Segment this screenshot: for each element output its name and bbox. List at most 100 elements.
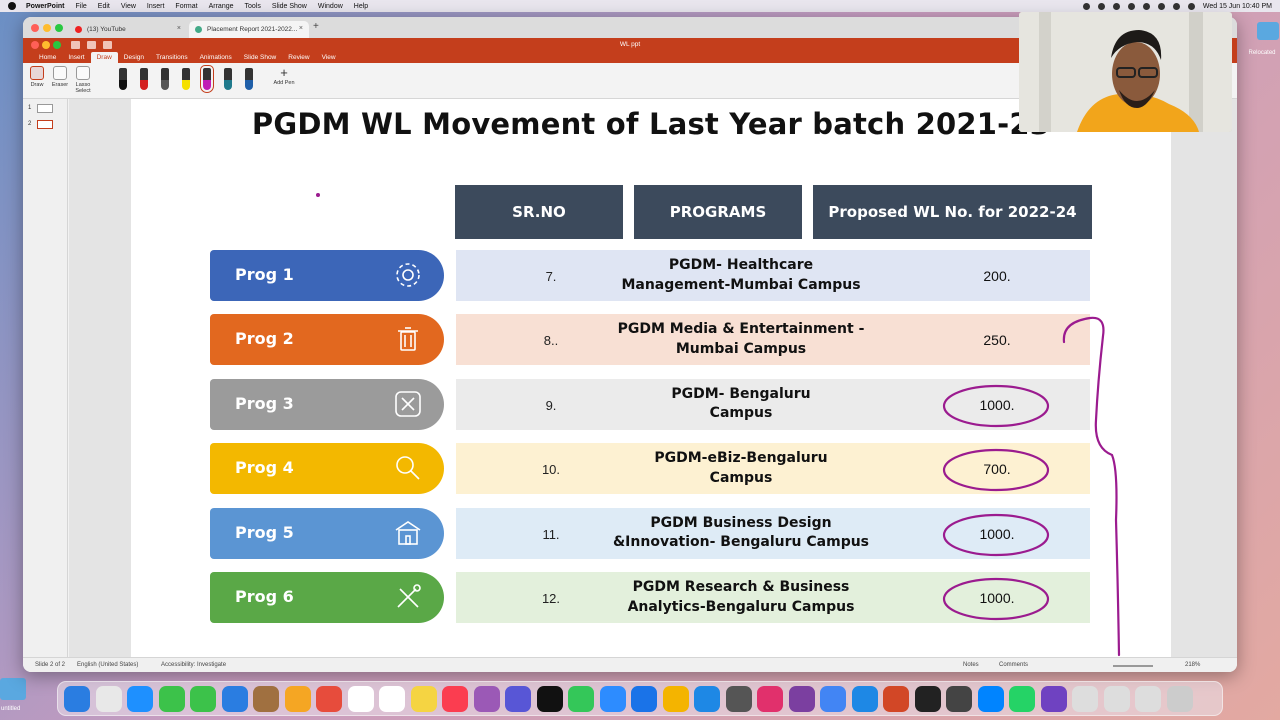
menu-window[interactable]: Window: [318, 3, 343, 10]
dock-app-icon[interactable]: [1072, 686, 1098, 712]
dock-app-icon[interactable]: [662, 686, 689, 712]
control-center-icon[interactable]: [1187, 2, 1195, 10]
search-icon[interactable]: [1172, 2, 1180, 10]
menu-view[interactable]: View: [121, 3, 136, 10]
dock-app-icon[interactable]: [694, 686, 720, 712]
dock-app-icon[interactable]: [725, 686, 752, 712]
pen-4-button[interactable]: [182, 68, 190, 90]
tab-draw[interactable]: Draw: [90, 52, 118, 63]
dock-app-icon[interactable]: [820, 686, 846, 712]
dock-app-icon[interactable]: [1103, 686, 1130, 712]
menu-format[interactable]: Format: [175, 3, 197, 10]
dock-app-icon[interactable]: [158, 686, 185, 712]
pen-2-button[interactable]: [140, 68, 148, 90]
menu-tools[interactable]: Tools: [245, 3, 261, 10]
zoom-window-button[interactable]: [55, 24, 63, 32]
dock-app-icon[interactable]: [64, 686, 90, 712]
lasso-tool-button[interactable]: Lasso Select: [73, 66, 93, 94]
battery-icon[interactable]: [1142, 2, 1150, 10]
dock-app-icon[interactable]: [946, 686, 972, 712]
close-window-button[interactable]: [31, 24, 39, 32]
folder-icon[interactable]: [1257, 22, 1279, 40]
eraser-tool-button[interactable]: Eraser: [50, 66, 70, 88]
tab-placement-report[interactable]: Placement Report 2021-2022... ×: [189, 21, 309, 38]
dock-app-icon[interactable]: [410, 686, 437, 712]
pen-5-button[interactable]: [200, 65, 214, 93]
tab-insert[interactable]: Insert: [62, 52, 90, 63]
record-icon[interactable]: [1082, 2, 1090, 10]
slide[interactable]: PGDM WL Movement of Last Year batch 2021…: [131, 99, 1171, 657]
save-icon[interactable]: [87, 41, 96, 49]
new-tab-button[interactable]: +: [313, 21, 319, 32]
folder-icon[interactable]: [0, 678, 26, 700]
apple-icon[interactable]: [8, 2, 16, 10]
dock-app-icon[interactable]: [568, 686, 594, 712]
tab-transitions[interactable]: Transitions: [150, 52, 194, 63]
accessibility-indicator[interactable]: Accessibility: Investigate: [161, 662, 226, 668]
dock-app-icon[interactable]: [1135, 686, 1161, 712]
pen-7-button[interactable]: [245, 68, 253, 90]
tab-youtube[interactable]: (13) YouTube ×: [69, 21, 187, 38]
close-icon[interactable]: ×: [299, 25, 303, 32]
dock-app-icon[interactable]: [473, 686, 500, 712]
dock-app-icon[interactable]: [347, 686, 374, 712]
slide-thumbnail-2[interactable]: [37, 120, 53, 129]
tab-view[interactable]: View: [316, 52, 342, 63]
tab-review[interactable]: Review: [282, 52, 315, 63]
wifi-icon[interactable]: [1157, 2, 1165, 10]
undo-icon[interactable]: [103, 41, 112, 49]
tab-slide-show[interactable]: Slide Show: [238, 52, 283, 63]
pen-1-button[interactable]: [119, 68, 127, 90]
menu-insert[interactable]: Insert: [147, 3, 165, 10]
zoom-document-button[interactable]: [53, 41, 61, 49]
dock-app-icon[interactable]: [379, 686, 405, 712]
home-icon[interactable]: [71, 41, 80, 49]
pause-icon[interactable]: [1097, 2, 1105, 10]
dock-app-icon[interactable]: [851, 686, 878, 712]
cloud-icon[interactable]: [1112, 2, 1120, 10]
minimize-document-button[interactable]: [42, 41, 50, 49]
dock-app-icon[interactable]: [221, 686, 248, 712]
slide-thumbnail-1[interactable]: [37, 104, 53, 113]
zoom-slider[interactable]: [1113, 665, 1153, 667]
dock-app-icon[interactable]: [631, 686, 657, 712]
add-pen-button[interactable]: + Add Pen: [271, 66, 297, 87]
pen-6-button[interactable]: [224, 68, 232, 90]
pen-3-button[interactable]: [161, 68, 169, 90]
draw-tool-button[interactable]: Draw: [27, 66, 47, 88]
menu-help[interactable]: Help: [354, 3, 368, 10]
dock-app-icon[interactable]: [95, 686, 122, 712]
dock-app-icon[interactable]: [505, 686, 531, 712]
dock-app-icon[interactable]: [1040, 686, 1067, 712]
close-icon[interactable]: ×: [177, 25, 181, 32]
close-document-button[interactable]: [31, 41, 39, 49]
dock-app-icon[interactable]: [316, 686, 342, 712]
menu-clock[interactable]: Wed 15 Jun 10:40 PM: [1203, 3, 1272, 10]
dock-app-icon[interactable]: [284, 686, 311, 712]
dock-app-icon[interactable]: [442, 686, 468, 712]
dock-app-icon[interactable]: [1166, 686, 1193, 712]
comments-button[interactable]: Comments: [999, 662, 1028, 668]
language-indicator[interactable]: English (United States): [77, 662, 138, 668]
menu-edit[interactable]: Edit: [98, 3, 110, 10]
dock-app-icon[interactable]: [1009, 686, 1035, 712]
dock-app-icon[interactable]: [914, 686, 941, 712]
dock-app-icon[interactable]: [253, 686, 279, 712]
bluetooth-icon[interactable]: [1127, 2, 1135, 10]
tab-design[interactable]: Design: [118, 52, 150, 63]
dock-app-icon[interactable]: [190, 686, 216, 712]
menu-arrange[interactable]: Arrange: [209, 3, 234, 10]
tab-animations[interactable]: Animations: [194, 52, 238, 63]
dock-app-icon[interactable]: [127, 686, 153, 712]
dock-app-icon[interactable]: [788, 686, 815, 712]
dock-app-icon[interactable]: [883, 686, 909, 712]
notes-button[interactable]: Notes: [963, 662, 979, 668]
dock-app-icon[interactable]: [599, 686, 626, 712]
dock-app-icon[interactable]: [977, 686, 1004, 712]
dock-app-icon[interactable]: [757, 686, 783, 712]
minimize-window-button[interactable]: [43, 24, 51, 32]
menu-file[interactable]: File: [76, 3, 87, 10]
menu-slide-show[interactable]: Slide Show: [272, 3, 307, 10]
menu-app-name[interactable]: PowerPoint: [26, 3, 65, 10]
tab-home[interactable]: Home: [33, 52, 62, 63]
